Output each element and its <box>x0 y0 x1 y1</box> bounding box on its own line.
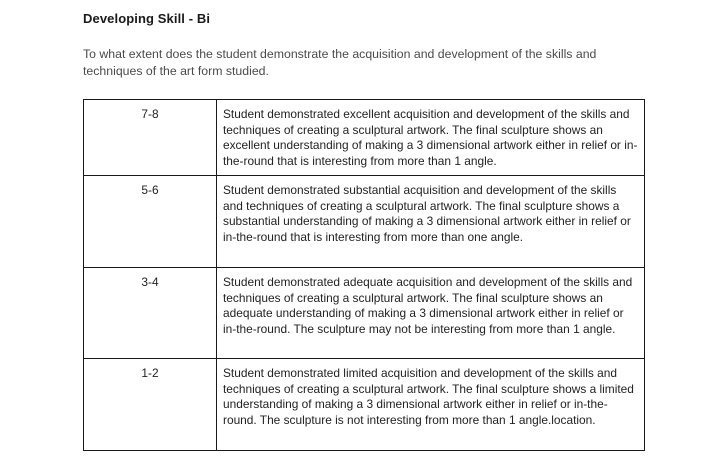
intro-paragraph: To what extent does the student demonstr… <box>83 47 597 78</box>
table-row: 7-8 Student demonstrated excellent acqui… <box>83 99 645 176</box>
score-range: 1-2 <box>83 358 217 451</box>
page-title: Developing Skill - Bi <box>83 11 211 26</box>
score-range: 5-6 <box>83 175 217 268</box>
table-row: 5-6 Student demonstrated substantial acq… <box>83 175 645 268</box>
rubric-table: 7-8 Student demonstrated excellent acqui… <box>83 99 645 451</box>
table-row: 1-2 Student demonstrated limited acquisi… <box>83 358 645 451</box>
score-range: 7-8 <box>83 99 217 176</box>
score-description: Student demonstrated limited acquisition… <box>216 358 645 451</box>
score-description: Student demonstrated substantial acquisi… <box>216 175 645 268</box>
score-description: Student demonstrated excellent acquisiti… <box>216 99 645 176</box>
table-row: 3-4 Student demonstrated adequate acquis… <box>83 267 645 359</box>
score-description: Student demonstrated adequate acquisitio… <box>216 267 645 359</box>
score-range: 3-4 <box>83 267 217 359</box>
